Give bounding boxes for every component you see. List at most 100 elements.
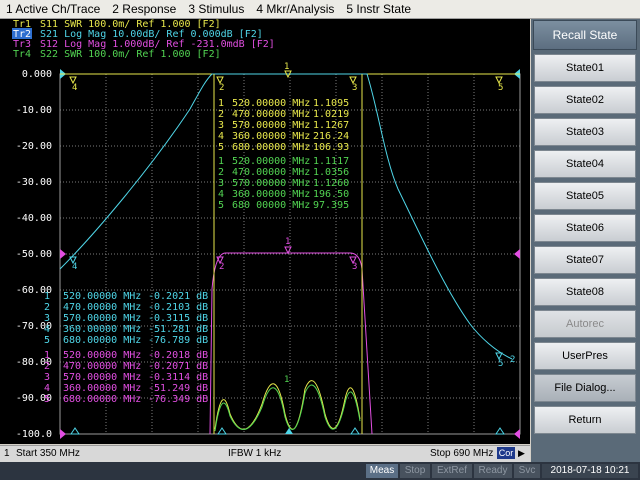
softkey-panel: Recall State State01 State02 State03 Sta… xyxy=(531,19,640,464)
marker-num: 3 xyxy=(218,120,224,131)
marker-freq: 680 00000 MHz xyxy=(232,200,310,211)
menu-instr-state[interactable]: 5 Instr State xyxy=(340,2,417,16)
y-tick-label: -20.00 xyxy=(16,141,52,152)
marker-table-tr4: 1 520.00000 MHz 1.1117 2 470.00000 MHz 1… xyxy=(218,156,349,211)
state01-button[interactable]: State01 xyxy=(534,54,636,82)
marker-freq: 570.00000 MHz xyxy=(63,372,141,383)
y-tick-label: -50.00 xyxy=(16,249,52,260)
state02-button[interactable]: State02 xyxy=(534,86,636,114)
marker-value: -0.2021 dB xyxy=(148,291,208,302)
marker-freq: 680.00000 MHz xyxy=(63,394,141,405)
ref-marker-tr3-left[interactable] xyxy=(60,249,66,259)
marker-table-tr1: 1 520.00000 MHz 1.1095 2 470.00000 MHz 1… xyxy=(218,98,349,153)
y-tick-label: -30.00 xyxy=(16,177,52,188)
marker-5-tr2-tag: 2 xyxy=(510,355,515,365)
marker-2-tr1[interactable]: 2 xyxy=(219,83,224,93)
marker-4-bottom[interactable] xyxy=(70,427,80,435)
marker-3-tr1[interactable]: 3 xyxy=(352,83,357,93)
marker-value: 1.1267 xyxy=(313,120,349,131)
marker-5-tr1[interactable]: 5 xyxy=(498,83,503,93)
channel-number: 1 xyxy=(4,448,10,459)
menu-mkr-analysis[interactable]: 4 Mkr/Analysis xyxy=(250,2,340,16)
marker-num: 3 xyxy=(218,178,224,189)
state06-button[interactable]: State06 xyxy=(534,214,636,242)
marker-num: 5 xyxy=(218,142,224,153)
marker-freq: 570.00000 MHz xyxy=(232,120,310,131)
plot-svg: Tr1 S11 SWR 100.0m/ Ref 1.000 [F2] Tr2 S… xyxy=(12,19,521,440)
marker-freq: 470.00000 MHz xyxy=(232,109,310,120)
status-extref: ExtRef xyxy=(432,464,472,478)
state07-button[interactable]: State07 xyxy=(534,246,636,274)
status-stop: Stop xyxy=(400,464,430,478)
marker-5-tr2[interactable]: 5 xyxy=(498,359,503,369)
state03-button[interactable]: State03 xyxy=(534,118,636,146)
marker-freq: 680.00000 MHz xyxy=(63,335,141,346)
y-tick-label: -100.0 xyxy=(16,429,52,440)
channel-status-bar: 1 Start 350 MHz IFBW 1 kHz Stop 690 MHz … xyxy=(0,445,530,462)
ref-marker-tr3-right[interactable] xyxy=(514,249,520,259)
marker-4-tr1[interactable]: 4 xyxy=(72,83,77,93)
status-meas: Meas xyxy=(366,464,398,478)
marker-table-tr3: 1 520.00000 MHz -0.2018 dB 2 470.00000 M… xyxy=(44,350,208,405)
state04-button[interactable]: State04 xyxy=(534,150,636,178)
trace-tr3-s12 xyxy=(209,252,373,435)
return-button[interactable]: Return xyxy=(534,406,636,434)
marker-value: 1.1117 xyxy=(313,156,349,167)
marker-num: 1 xyxy=(44,291,50,302)
marker-freq: 470.00000 MHz xyxy=(232,167,310,178)
trace-label-tr4[interactable]: Tr4 xyxy=(13,49,31,60)
marker-1-tr4[interactable]: 1 xyxy=(284,375,289,385)
marker-freq: 570.00000 MHz xyxy=(232,178,310,189)
userpres-button[interactable]: UserPres xyxy=(534,342,636,370)
marker-value: 1.0356 xyxy=(313,167,349,178)
marker-value: -0.2071 dB xyxy=(148,361,208,372)
marker-2-bottom[interactable] xyxy=(217,427,227,435)
menu-active-ch-trace[interactable]: 1 Active Ch/Trace xyxy=(0,2,106,16)
marker-value: -0.2103 dB xyxy=(148,302,208,313)
marker-num: 4 xyxy=(44,383,50,394)
marker-freq: 360.00000 MHz xyxy=(63,383,141,394)
arrow-right-icon[interactable]: ▶ xyxy=(518,448,525,459)
marker-num: 1 xyxy=(44,350,50,361)
status-ready: Ready xyxy=(474,464,512,478)
marker-freq: 520.00000 MHz xyxy=(232,156,310,167)
stop-frequency[interactable]: Stop 690 MHz xyxy=(430,448,493,459)
measurement-display[interactable]: Tr1 S11 SWR 100.0m/ Ref 1.000 [F2] Tr2 S… xyxy=(0,19,530,444)
marker-value: 106.93 xyxy=(313,142,349,153)
instrument-status-bar: Meas Stop ExtRef Ready Svc 2018-07-18 10… xyxy=(0,462,640,480)
marker-num: 5 xyxy=(44,394,50,405)
start-frequency[interactable]: Start 350 MHz xyxy=(16,448,80,459)
marker-value: 1.1095 xyxy=(313,98,349,109)
marker-value: -0.3114 dB xyxy=(148,372,208,383)
file-dialog-button[interactable]: File Dialog... xyxy=(534,374,636,402)
state08-button[interactable]: State08 xyxy=(534,278,636,306)
marker-freq: 570.00000 MHz xyxy=(63,313,141,324)
marker-1-tr3[interactable]: 1 xyxy=(285,237,290,247)
marker-freq: 360.00000 MHz xyxy=(232,131,310,142)
marker-freq: 520.00000 MHz xyxy=(232,98,310,109)
marker-1-tr3-shape[interactable] xyxy=(284,246,292,255)
marker-num: 4 xyxy=(218,189,224,200)
ref-marker-bottom-right[interactable] xyxy=(514,429,520,439)
marker-freq: 470.00000 MHz xyxy=(63,302,141,313)
state05-button[interactable]: State05 xyxy=(534,182,636,210)
marker-3-bottom[interactable] xyxy=(350,427,360,435)
marker-5-bottom[interactable] xyxy=(495,427,505,435)
marker-num: 2 xyxy=(218,109,224,120)
marker-value: -51.249 dB xyxy=(148,383,208,394)
marker-freq: 680.00000 MHz xyxy=(232,142,310,153)
autorec-button[interactable]: Autorec xyxy=(534,310,636,338)
marker-num: 2 xyxy=(44,361,50,372)
ifbw-setting[interactable]: IFBW 1 kHz xyxy=(228,448,281,459)
status-datetime: 2018-07-18 10:21 xyxy=(542,464,638,478)
marker-value: 1.1260 xyxy=(313,178,349,189)
ref-marker-bottom-left[interactable] xyxy=(60,429,66,439)
menu-response[interactable]: 2 Response xyxy=(106,2,182,16)
marker-value: 216.24 xyxy=(313,131,349,142)
marker-num: 4 xyxy=(44,324,50,335)
marker-num: 3 xyxy=(44,372,50,383)
menu-stimulus[interactable]: 3 Stimulus xyxy=(182,2,250,16)
softkey-title: Recall State xyxy=(533,20,637,50)
marker-num: 4 xyxy=(218,131,224,142)
menu-bar: 1 Active Ch/Trace 2 Response 3 Stimulus … xyxy=(0,0,640,19)
